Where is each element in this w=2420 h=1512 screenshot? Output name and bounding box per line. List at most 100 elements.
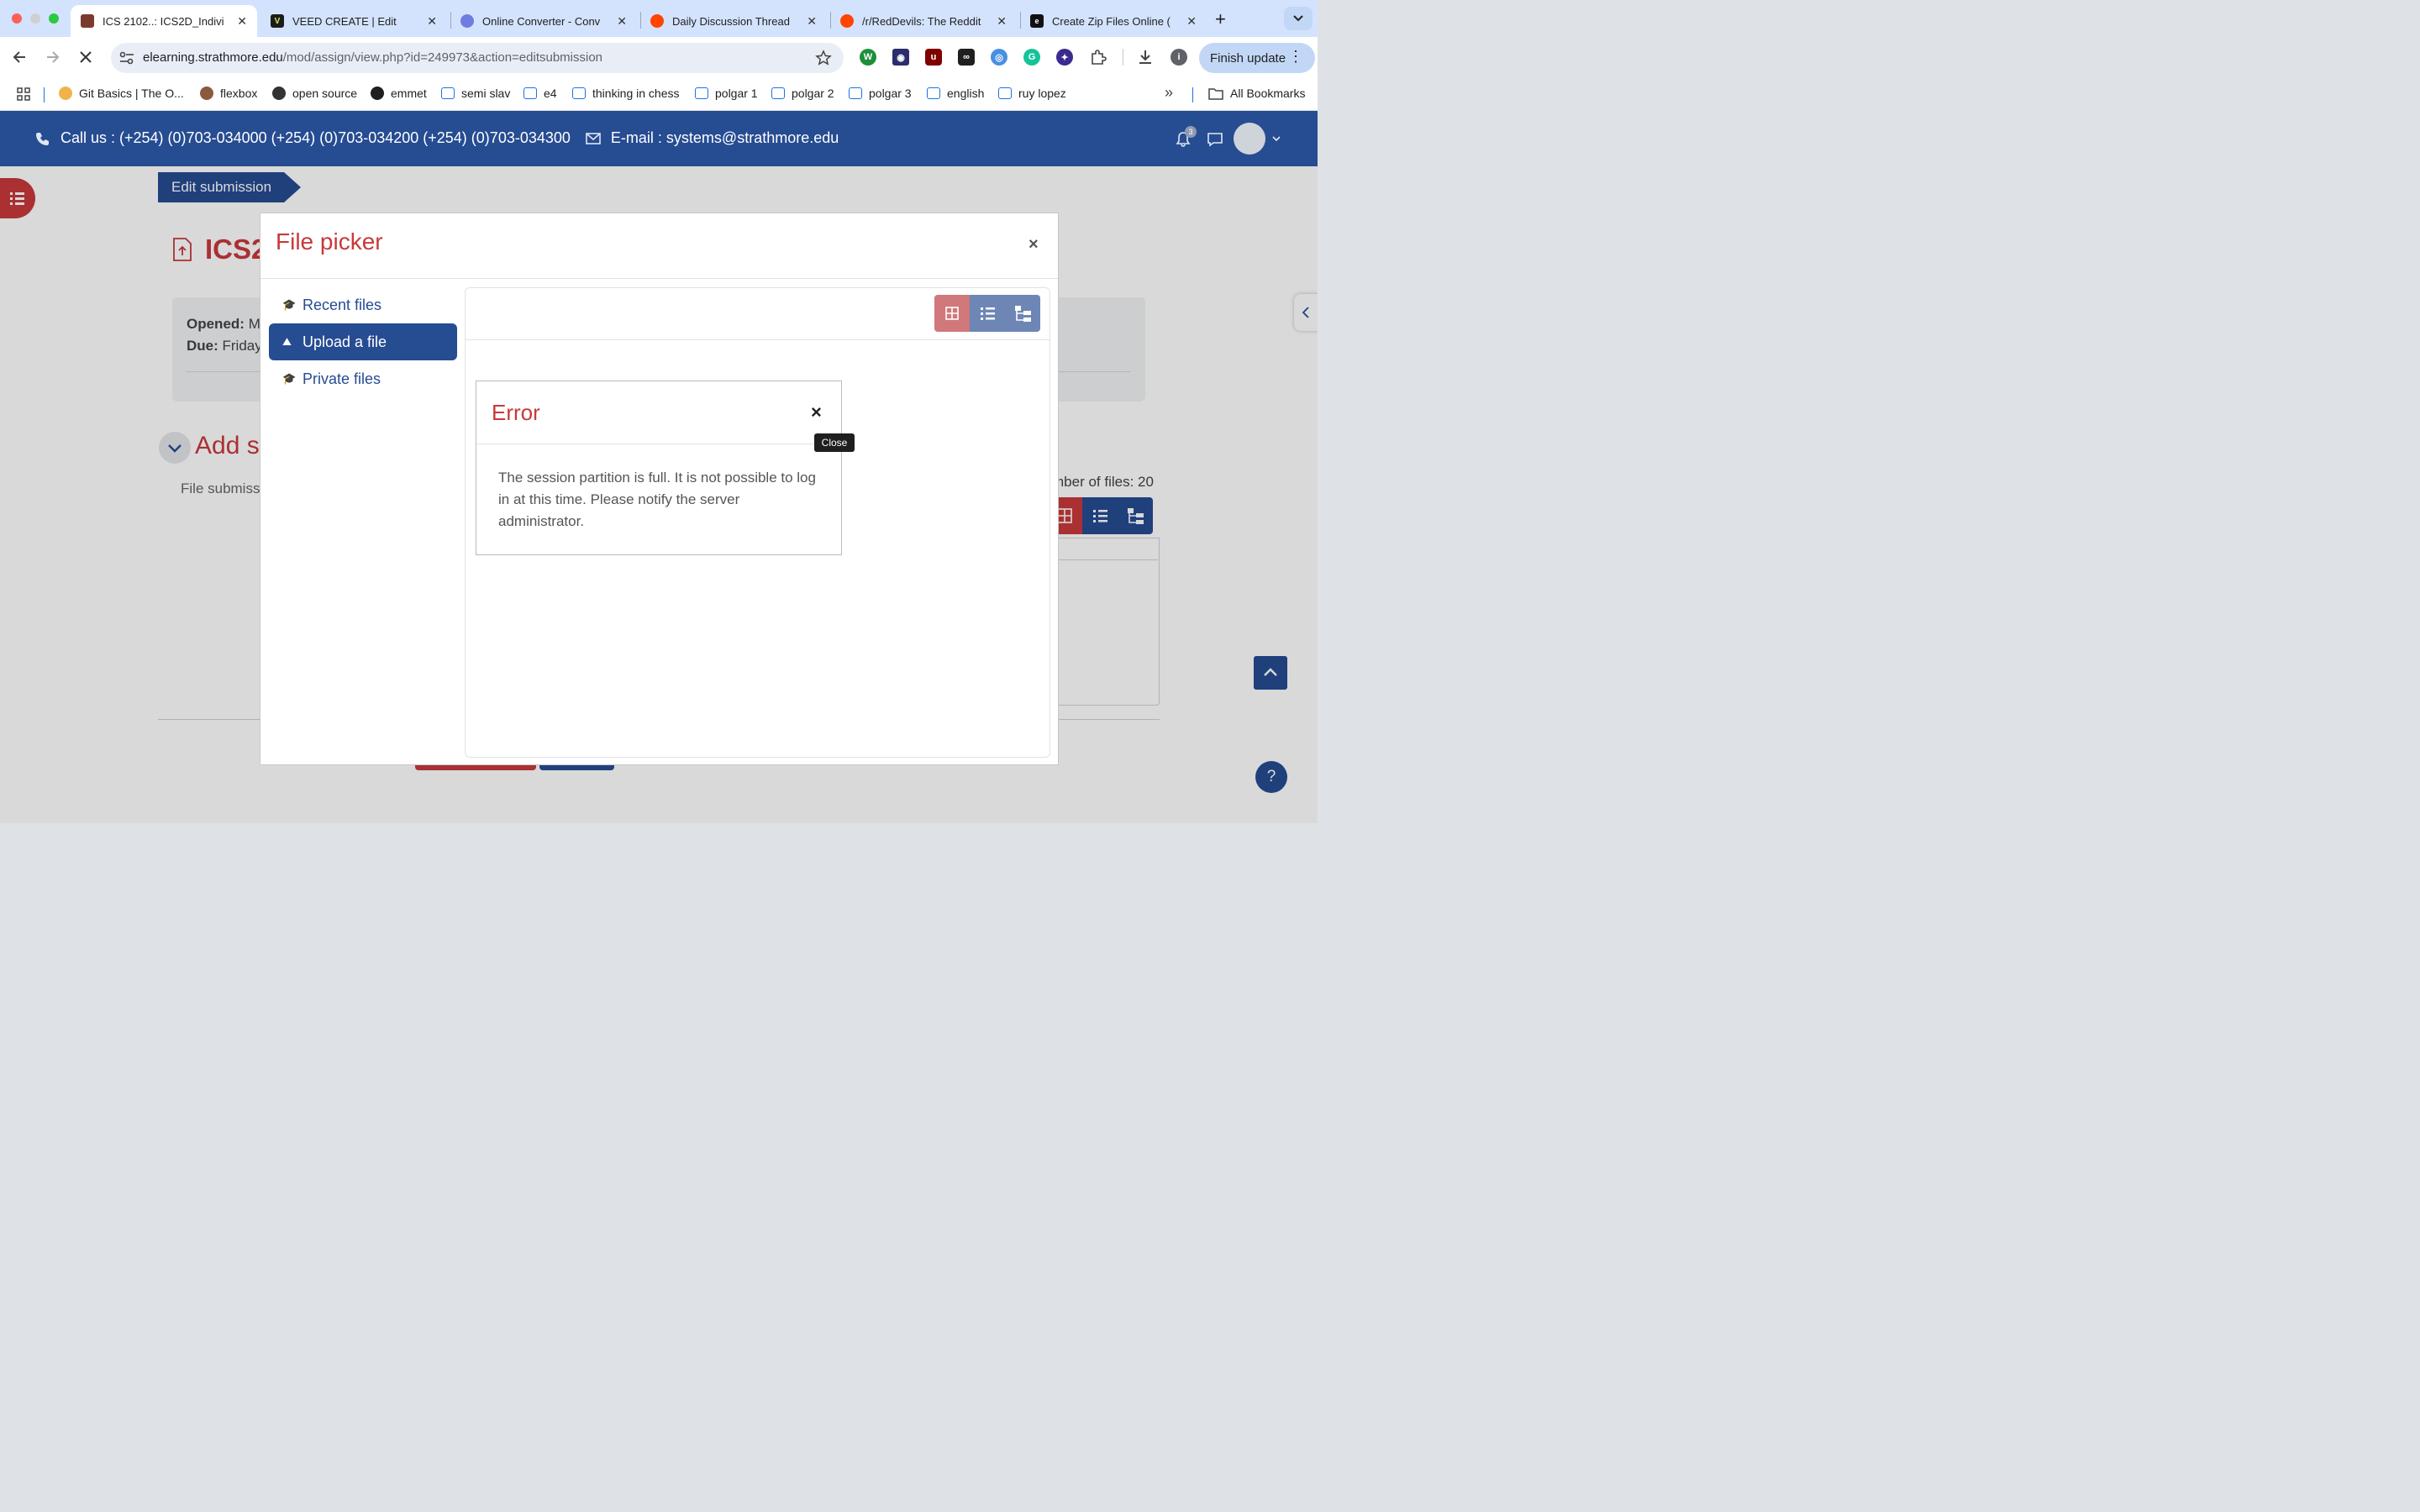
bookmark-label: semi slav: [461, 87, 511, 100]
bookmark-english[interactable]: english: [927, 87, 984, 100]
apps-grid-icon[interactable]: [17, 87, 30, 105]
tab-search-button[interactable]: [1284, 7, 1313, 30]
arrow-right-icon: [47, 51, 60, 63]
finish-update-button[interactable]: Finish update ⋮: [1199, 43, 1315, 73]
messages-icon[interactable]: [1207, 131, 1223, 152]
close-tab-icon[interactable]: ✕: [1186, 14, 1197, 29]
bookmark-semi-slav[interactable]: semi slav: [441, 87, 510, 100]
extension-glasses-icon[interactable]: ∞: [958, 49, 975, 66]
forward-button[interactable]: [40, 45, 64, 69]
minimize-window-button[interactable]: [30, 13, 40, 24]
file-picker-title: File picker: [276, 228, 383, 255]
back-button[interactable]: [8, 45, 32, 69]
extension-grammar-icon[interactable]: W: [860, 49, 876, 66]
profile-avatar-icon[interactable]: i: [1171, 49, 1187, 66]
globe-icon: [272, 87, 286, 100]
bookmark-thinking-in-chess[interactable]: thinking in chess: [572, 87, 680, 100]
arrow-left-icon: [13, 51, 25, 63]
ezyzip-favicon-icon: e: [1030, 14, 1044, 28]
bookmark-label: polgar 1: [715, 87, 758, 100]
list-view-button[interactable]: [970, 295, 1005, 332]
bot-icon: [695, 87, 708, 99]
bookmark-label: emmet: [391, 87, 427, 100]
nav-label: Private files: [302, 370, 381, 387]
tab-title: VEED CREATE | Edit: [292, 14, 397, 28]
bookmarks-bar: Git Basics | The O... flexbox open sourc…: [0, 77, 1318, 111]
close-tab-icon[interactable]: ✕: [997, 14, 1007, 29]
star-icon[interactable]: [815, 50, 832, 66]
bookmark-polgar-2[interactable]: polgar 2: [771, 87, 834, 100]
ublock-origin-icon[interactable]: u: [925, 49, 942, 66]
reddit-favicon-icon: [650, 14, 664, 28]
user-avatar[interactable]: [1234, 123, 1265, 155]
nav-label: Upload a file: [302, 333, 387, 350]
bookmark-ruy-lopez[interactable]: ruy lopez: [998, 87, 1066, 100]
all-bookmarks-button[interactable]: All Bookmarks: [1208, 87, 1305, 100]
tab-title: Online Converter - Conv: [482, 14, 601, 28]
bookmark-label: open source: [292, 87, 358, 100]
tab-create-zip[interactable]: e Create Zip Files Online ( ✕: [1020, 5, 1207, 37]
veed-favicon-icon: V: [271, 14, 284, 28]
tab-veed[interactable]: V VEED CREATE | Edit ✕: [260, 5, 447, 37]
nav-label: Recent files: [302, 296, 382, 313]
chevron-down-icon[interactable]: [1271, 133, 1281, 148]
bookmark-polgar-1[interactable]: polgar 1: [695, 87, 758, 100]
contact-info: Call us : (+254) (0)703-034000 (+254) (0…: [35, 129, 839, 147]
bookmark-open-source[interactable]: open source: [272, 87, 357, 100]
stop-loading-button[interactable]: [74, 45, 97, 69]
extension-eye-icon[interactable]: ◉: [892, 49, 909, 66]
tab-reddevils[interactable]: /r/RedDevils: The Reddit ✕: [830, 5, 1017, 37]
bookmark-git-basics[interactable]: Git Basics | The O...: [59, 87, 184, 100]
site-topbar: Call us : (+254) (0)703-034000 (+254) (0…: [0, 111, 1318, 166]
error-title: Error: [492, 400, 540, 425]
tree-view-button[interactable]: [1005, 295, 1040, 332]
bookmark-emmet[interactable]: emmet: [371, 87, 427, 100]
nav-private-files[interactable]: 🎓 Private files: [269, 360, 457, 397]
panel-divider: [466, 339, 1050, 340]
close-tab-icon[interactable]: ✕: [427, 14, 437, 29]
bookmarks-divider: [44, 87, 45, 102]
browser-toolbar: elearning.strathmore.edu/mod/assign/view…: [0, 37, 1318, 77]
envelope-icon: [586, 132, 601, 144]
list-icon: [981, 307, 995, 320]
address-bar[interactable]: elearning.strathmore.edu/mod/assign/view…: [111, 43, 844, 73]
error-dialog: Error × The session partition is full. I…: [476, 381, 842, 555]
bookmarks-overflow-button[interactable]: »: [1165, 84, 1173, 102]
close-window-button[interactable]: [12, 13, 22, 24]
close-tab-icon[interactable]: ✕: [807, 14, 817, 29]
url-text: elearning.strathmore.edu/mod/assign/view…: [143, 50, 602, 65]
bookmark-label: polgar 2: [792, 87, 834, 100]
file-picker-close-button[interactable]: ×: [1028, 235, 1039, 255]
extension-target-icon[interactable]: ◎: [991, 49, 1007, 66]
emmet-favicon-icon: [371, 87, 384, 100]
bookmark-label: Git Basics | The O...: [79, 87, 184, 100]
git-favicon-icon: [59, 87, 72, 100]
grid-view-button[interactable]: [934, 295, 970, 332]
bot-icon: [523, 87, 537, 99]
bot-icon: [441, 87, 455, 99]
tab-ics2102[interactable]: ICS 2102..: ICS2D_Indivi ✕: [71, 5, 257, 37]
downloads-icon[interactable]: [1136, 48, 1155, 71]
repository-icon: 🎓: [282, 372, 297, 385]
grammarly-icon[interactable]: G: [1023, 49, 1040, 66]
tab-daily-discussion[interactable]: Daily Discussion Thread ✕: [640, 5, 827, 37]
phone-numbers: Call us : (+254) (0)703-034000 (+254) (0…: [60, 129, 571, 146]
nav-recent-files[interactable]: 🎓 Recent files: [269, 286, 457, 323]
tab-online-converter[interactable]: Online Converter - Conv ✕: [450, 5, 637, 37]
extension-compass-icon[interactable]: ✦: [1056, 49, 1073, 66]
bookmark-polgar-3[interactable]: polgar 3: [849, 87, 912, 100]
close-tab-icon[interactable]: ✕: [237, 14, 247, 29]
new-tab-button[interactable]: +: [1215, 8, 1226, 30]
nav-upload-a-file[interactable]: ⛰ Upload a file: [269, 323, 457, 360]
bookmark-label: polgar 3: [869, 87, 912, 100]
error-close-button[interactable]: ×: [811, 402, 822, 423]
extensions-puzzle-icon[interactable]: [1089, 48, 1107, 71]
bookmark-label: english: [947, 87, 985, 100]
maximize-window-button[interactable]: [49, 13, 59, 24]
bookmark-e4[interactable]: e4: [523, 87, 557, 100]
close-tooltip: Close: [814, 433, 855, 452]
close-tab-icon[interactable]: ✕: [617, 14, 627, 29]
tab-title: Daily Discussion Thread: [672, 14, 790, 28]
bookmark-flexbox[interactable]: flexbox: [200, 87, 257, 100]
converter-favicon-icon: [460, 14, 474, 28]
